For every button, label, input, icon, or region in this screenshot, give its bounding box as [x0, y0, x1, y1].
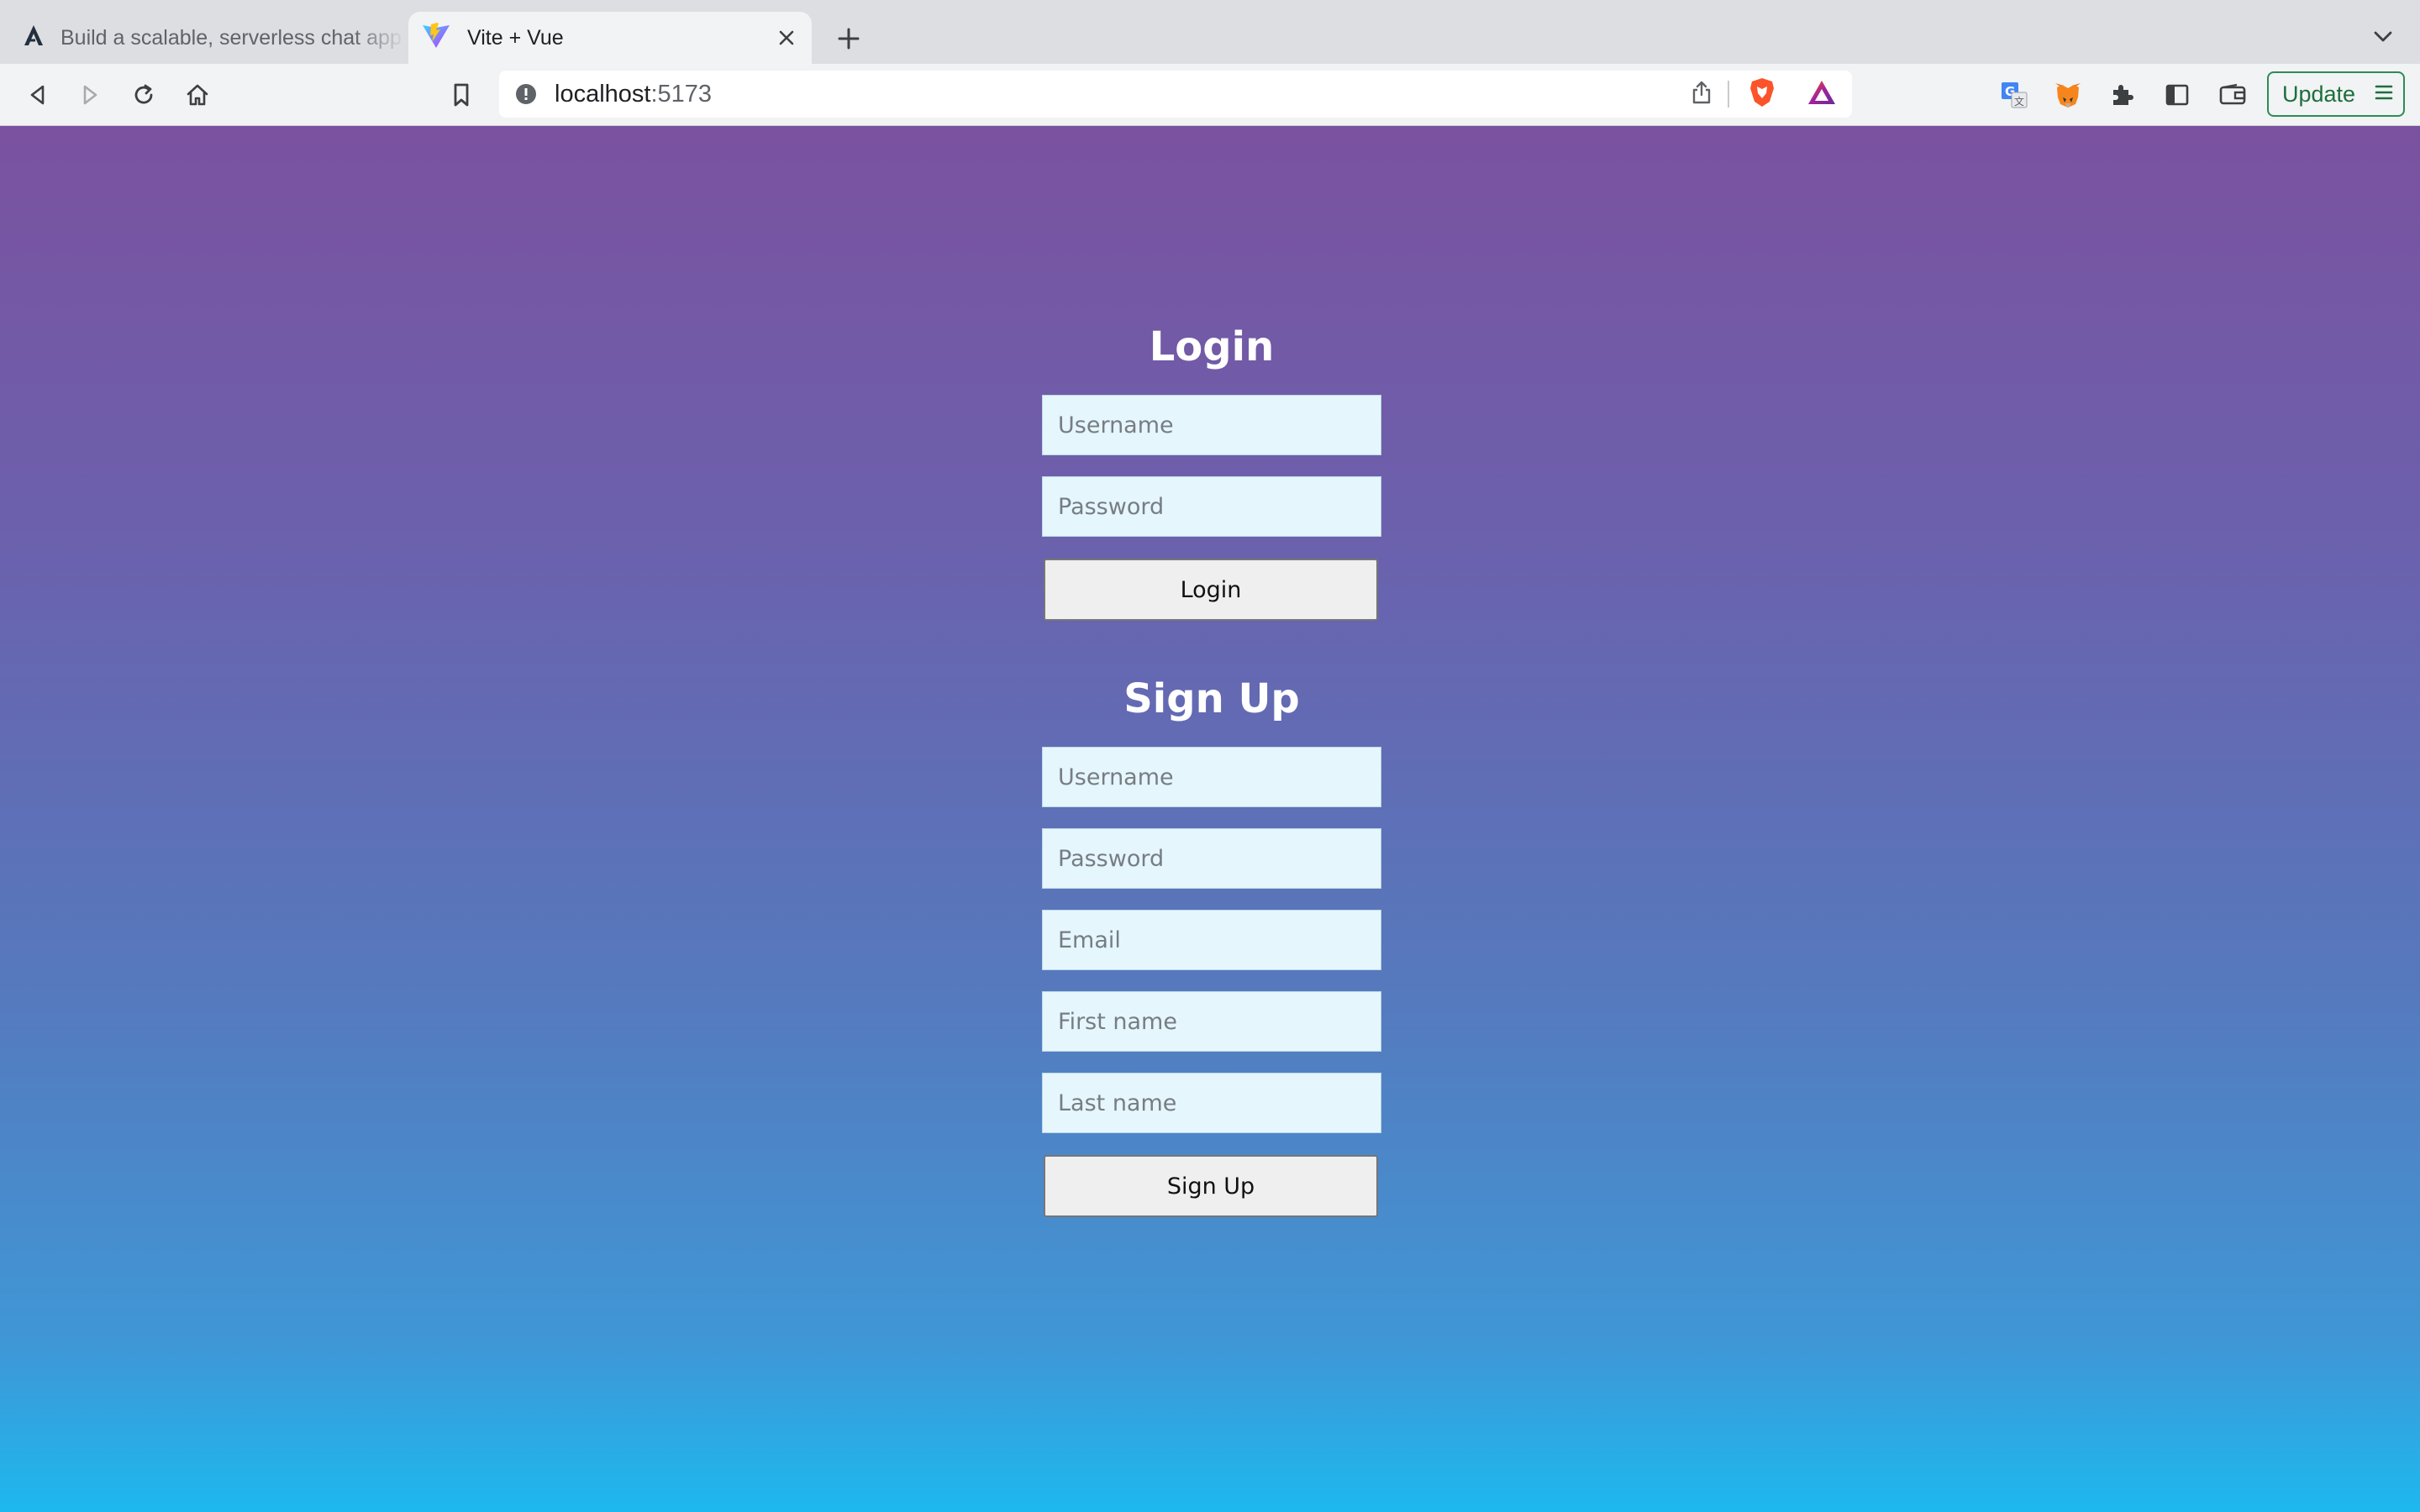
amplify-logo-icon [24, 24, 44, 52]
url-port: :5173 [650, 80, 713, 108]
puzzle-icon [2113, 85, 2133, 105]
signup-button[interactable]: Sign Up [1044, 1155, 1378, 1217]
url-text: localhost:5173 [555, 81, 712, 108]
tab-title: Build a scalable, serverless chat app [60, 25, 402, 50]
wallet-button[interactable] [2212, 74, 2254, 116]
sidebar-button[interactable] [2156, 74, 2198, 116]
info-icon[interactable] [514, 82, 538, 106]
tab-search-button[interactable] [2366, 20, 2400, 54]
hamburger-menu-icon [2375, 81, 2393, 108]
bookmark-icon [454, 83, 469, 107]
chevron-down-icon [2374, 31, 2392, 42]
home-icon [187, 84, 208, 106]
translate-icon: G 文 [2002, 82, 2028, 108]
wallet-icon [2219, 83, 2246, 105]
signup-title: Sign Up [1123, 675, 1300, 722]
vite-logo-icon [422, 22, 450, 55]
browser-window: Build a scalable, serverless chat app Vi… [0, 0, 2420, 1512]
bookmark-button[interactable] [440, 74, 482, 116]
forward-button[interactable] [69, 74, 111, 116]
divider [1728, 81, 1729, 108]
plus-icon [838, 28, 860, 50]
login-form: Login [1042, 323, 1381, 370]
update-label: Update [2282, 81, 2356, 107]
brave-shields-icon[interactable] [1748, 76, 1776, 113]
signup-username-input[interactable] [1042, 747, 1381, 807]
sidebar-icon [2165, 84, 2189, 106]
tab-amplify[interactable]: Build a scalable, serverless chat app [0, 12, 405, 64]
extensions-button[interactable] [2101, 74, 2143, 116]
back-arrow-icon [30, 85, 45, 105]
signup-fields: Sign Up [1042, 747, 1381, 1335]
forward-arrow-icon [83, 85, 97, 105]
reload-icon [134, 84, 153, 104]
signup-email-input[interactable] [1042, 910, 1381, 970]
url-host: localhost [555, 80, 651, 108]
signup-form: Sign Up [1042, 675, 1381, 722]
page-content: Login Login Sign Up Sign Up [0, 126, 2420, 1512]
share-icon[interactable] [1691, 80, 1712, 109]
signup-last-name-input[interactable] [1042, 1073, 1381, 1133]
signup-first-name-input[interactable] [1042, 991, 1381, 1052]
brave-rewards-icon[interactable] [1807, 79, 1837, 110]
omnibox-actions [1691, 76, 1837, 113]
back-button[interactable] [17, 74, 59, 116]
fox-icon [2055, 83, 2081, 108]
svg-text:文: 文 [2014, 95, 2024, 108]
tab-strip: Build a scalable, serverless chat app Vi… [0, 0, 2420, 64]
reload-button[interactable] [123, 74, 165, 116]
home-button[interactable] [176, 74, 218, 116]
metamask-extension[interactable] [2047, 74, 2089, 116]
browser-toolbar: localhost:5173 G 文 Update [0, 64, 2420, 126]
address-bar[interactable]: localhost:5173 [499, 71, 1852, 118]
google-translate-extension[interactable]: G 文 [1993, 74, 2035, 116]
login-password-input[interactable] [1042, 476, 1381, 537]
login-title: Login [1149, 323, 1275, 370]
new-tab-button[interactable] [829, 18, 869, 59]
update-button[interactable]: Update [2267, 71, 2405, 117]
close-icon[interactable] [768, 19, 805, 56]
signup-password-input[interactable] [1042, 828, 1381, 889]
login-button[interactable]: Login [1044, 559, 1378, 621]
tab-title: Vite + Vue [467, 25, 564, 50]
tab-vite-vue[interactable]: Vite + Vue [408, 12, 812, 64]
login-username-input[interactable] [1042, 395, 1381, 455]
